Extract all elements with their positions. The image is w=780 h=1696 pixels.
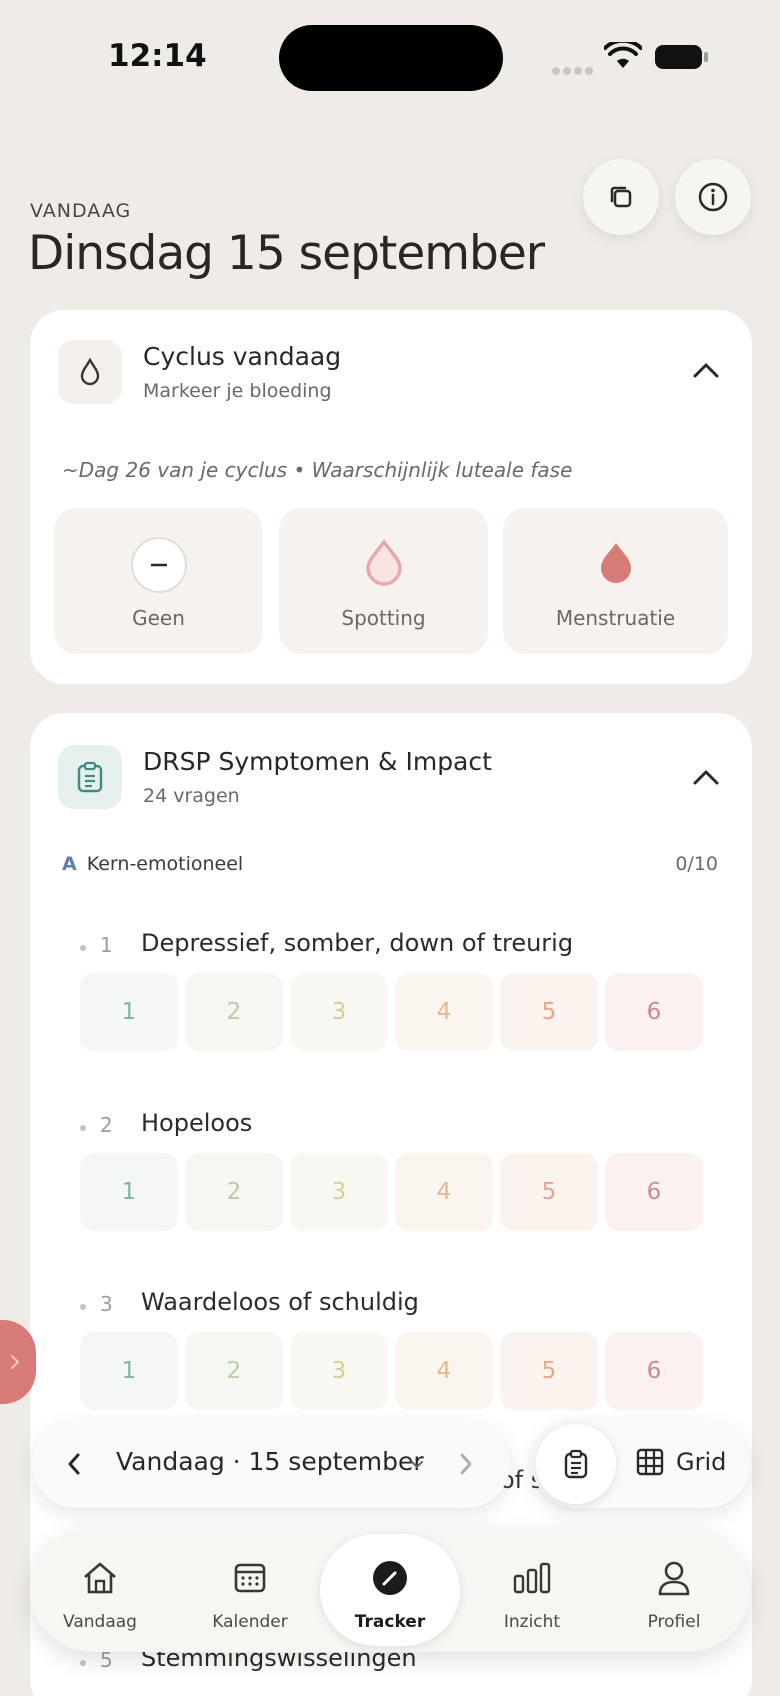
minus-circle-icon [130,537,187,593]
rating-5[interactable]: 5 [500,1332,598,1410]
cycle-card-title: Cyclus vandaag [143,342,342,371]
cycle-hint: ~Dag 26 van je cyclus • Waarschijnlijk l… [62,458,573,482]
view-switch: Grid [532,1420,750,1508]
status-time: 12:14 [108,38,207,74]
rating-1[interactable]: 1 [80,1153,178,1231]
question-text: Waardeloos of schuldig [141,1288,419,1316]
rating-3[interactable]: 3 [290,1153,388,1231]
list-view-button[interactable] [536,1424,616,1504]
rating-scale: 1 2 3 4 5 6 [80,1153,706,1231]
option-label: Spotting [341,606,426,630]
option-label: Geen [132,606,185,630]
bleeding-option-none[interactable]: Geen [54,508,263,654]
bullet [80,1304,86,1310]
grid-view-button[interactable]: Grid [636,1448,726,1476]
tab-label: Inzicht [503,1612,561,1632]
chevron-down-icon[interactable] [410,1460,424,1470]
question-item: 1 Depressief, somber, down of treurig 1 … [30,927,752,1097]
rating-6[interactable]: 6 [605,1153,703,1231]
question-number: 3 [100,1292,113,1316]
rating-4[interactable]: 4 [395,973,493,1051]
copy-icon [610,186,632,208]
section-label: Kern-emotioneel [86,853,244,875]
tab-label: Tracker [354,1612,426,1632]
rating-1[interactable]: 1 [80,973,178,1051]
question-text: Hopeloos [141,1109,253,1137]
tab-bar: Vandaag Kalender Tracker Inzicht Profiel [30,1528,750,1652]
tracker-icon [373,1561,407,1595]
chevron-right-icon [11,1355,20,1369]
cycle-card: Cyclus vandaag Markeer je bloeding ~Dag … [30,310,752,684]
bleeding-option-spotting[interactable]: Spotting [279,508,488,654]
tab-tracker[interactable]: Tracker [330,1528,450,1652]
user-icon [658,1561,690,1596]
rating-1[interactable]: 1 [80,1332,178,1410]
grid-label: Grid [676,1448,727,1476]
rating-5[interactable]: 5 [500,1153,598,1231]
rating-6[interactable]: 6 [605,973,703,1051]
date-eyebrow: VANDAAG [30,200,132,222]
tab-label: Vandaag [63,1612,137,1632]
section-letter: A [62,853,77,875]
info-icon [698,182,728,212]
wifi-icon [604,42,642,68]
rating-2[interactable]: 2 [185,1332,283,1410]
rating-scale: 1 2 3 4 5 6 [80,1332,706,1410]
drsp-card-subtitle: 24 vragen [143,785,240,807]
section-header: A Kern-emotioneel [62,853,243,875]
clipboard-icon [564,1449,588,1479]
bar-chart-icon [513,1562,551,1594]
question-item: 2 Hopeloos 1 2 3 4 5 6 [30,1107,752,1277]
option-label: Menstruatie [555,606,676,630]
rating-3[interactable]: 3 [290,973,388,1051]
rating-5[interactable]: 5 [500,973,598,1051]
rating-4[interactable]: 4 [395,1332,493,1410]
drop-filled-icon [600,543,631,583]
tab-label: Kalender [212,1612,288,1632]
bullet [80,1125,86,1131]
signal-icon [552,60,596,75]
info-button[interactable] [675,159,751,235]
bullet [80,1660,86,1666]
rating-4[interactable]: 4 [395,1153,493,1231]
chevron-left-icon[interactable] [66,1452,82,1476]
chevron-up-icon[interactable] [692,767,720,787]
rating-6[interactable]: 6 [605,1332,703,1410]
rating-2[interactable]: 2 [185,1153,283,1231]
battery-icon [655,45,708,69]
bleeding-option-menstruation[interactable]: Menstruatie [503,508,728,654]
tab-inzicht[interactable]: Inzicht [472,1528,592,1652]
status-bar: 12:14 [0,0,780,120]
rating-2[interactable]: 2 [185,973,283,1051]
drop-icon [58,340,122,404]
page-title: Dinsdag 15 september [28,226,545,281]
tab-kalender[interactable]: Kalender [190,1528,310,1652]
drop-outline-icon [365,538,402,586]
section-count: 0/10 [675,853,718,875]
date-navigator: Vandaag · 15 september [32,1420,510,1508]
chevron-up-icon[interactable] [692,360,720,380]
tab-profiel[interactable]: Profiel [614,1528,734,1652]
rating-scale: 1 2 3 4 5 6 [80,973,706,1051]
clipboard-icon [58,745,122,809]
chevron-right-icon[interactable] [458,1452,474,1476]
date-nav-label[interactable]: Vandaag · 15 september [116,1447,424,1476]
drsp-card-title: DRSP Symptomen & Impact [143,747,492,776]
grid-icon [636,1448,664,1476]
cycle-card-subtitle: Markeer je bloeding [143,380,332,402]
question-text: Depressief, somber, down of treurig [141,929,574,957]
rating-3[interactable]: 3 [290,1332,388,1410]
question-number: 1 [100,933,113,957]
bullet [80,945,86,951]
tab-label: Profiel [647,1612,701,1632]
home-icon [84,1562,116,1594]
copy-button[interactable] [583,159,659,235]
question-number: 2 [100,1113,113,1137]
tab-vandaag[interactable]: Vandaag [40,1528,160,1652]
calendar-icon [234,1563,266,1593]
dynamic-island [279,25,503,91]
